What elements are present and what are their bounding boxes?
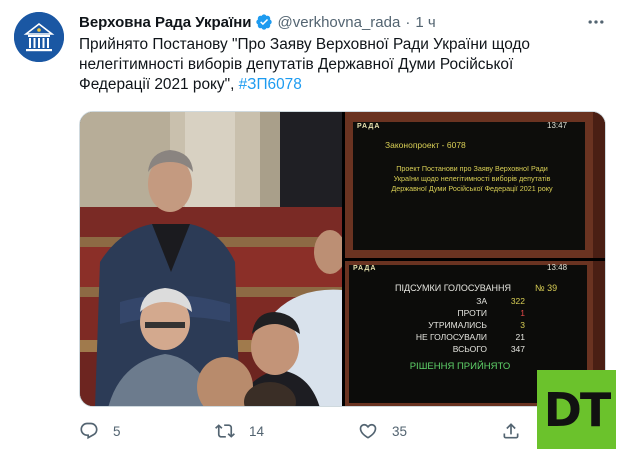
tweet-time[interactable]: 1 ч bbox=[415, 14, 435, 31]
results-row-value: 21 bbox=[515, 332, 525, 342]
like-icon bbox=[359, 423, 377, 439]
results-clock: 13:48 bbox=[547, 263, 568, 272]
reply-button[interactable]: 5 bbox=[79, 420, 121, 442]
results-row-label: ЗА bbox=[476, 296, 487, 306]
results-row-value: 3 bbox=[520, 320, 525, 330]
like-button[interactable]: 35 bbox=[358, 420, 407, 442]
tweet-body: Прийнято Постанову "Про Заяву Верховної … bbox=[79, 36, 530, 93]
retweet-icon bbox=[215, 424, 235, 438]
screen-bill-line-3: Державної Думи Російської Федерації 2021… bbox=[391, 184, 553, 193]
tweet-header: Верховна Рада України @verkhovna_rada · … bbox=[79, 12, 436, 32]
results-row-value: 1 bbox=[520, 308, 525, 318]
screen-bill-line-2: України щодо нелегітимності виборів депу… bbox=[393, 174, 551, 183]
share-button[interactable] bbox=[501, 420, 535, 442]
results-row-label: НЕ ГОЛОСУВАЛИ bbox=[415, 332, 487, 342]
retweet-count: 14 bbox=[249, 423, 265, 439]
tweet-text: Прийнято Постанову "Про Заяву Верховної … bbox=[79, 35, 584, 95]
share-icon bbox=[503, 423, 519, 439]
author-name[interactable]: Верховна Рада України bbox=[79, 14, 252, 31]
screen-bill-title: Законопроект - 6078 bbox=[385, 140, 466, 150]
hashtag-link[interactable]: #ЗП6078 bbox=[239, 76, 302, 93]
reply-icon bbox=[80, 422, 98, 440]
tweet: Верховна Рада України @verkhovna_rada · … bbox=[0, 0, 620, 452]
dt-watermark-logo: DT bbox=[537, 370, 616, 449]
separator-dot: · bbox=[405, 13, 411, 31]
results-brand: РАДА bbox=[353, 265, 377, 272]
results-number: № 39 bbox=[535, 283, 558, 293]
results-heading: ПІДСУМКИ ГОЛОСУВАННЯ bbox=[395, 283, 511, 293]
retweet-button[interactable]: 14 bbox=[215, 420, 264, 442]
photo-screen-bill[interactable]: РАДА 13:47 Законопроект - 6078 Проект По… bbox=[345, 112, 605, 258]
results-row-label: УТРИМАЛИСЬ bbox=[428, 320, 487, 330]
verified-badge-icon bbox=[255, 14, 272, 30]
tweet-actions: 5 14 35 bbox=[79, 420, 539, 442]
results-row-value: 347 bbox=[510, 344, 525, 354]
watermark-text: DT bbox=[543, 382, 612, 437]
screen-clock: 13:47 bbox=[547, 121, 568, 130]
reply-count: 5 bbox=[113, 423, 121, 439]
results-row-label: ВСЬОГО bbox=[452, 344, 487, 354]
results-decision: РІШЕННЯ ПРИЙНЯТО bbox=[409, 361, 511, 372]
photo-parliament[interactable] bbox=[80, 112, 342, 406]
results-row-label: ПРОТИ bbox=[457, 308, 487, 318]
screen-bill-line-1: Проект Постанови про Заяву Верховної Рад… bbox=[396, 164, 548, 173]
media-grid: РАДА 13:47 Законопроект - 6078 Проект По… bbox=[79, 111, 606, 407]
results-row-value: 322 bbox=[510, 296, 525, 306]
avatar[interactable] bbox=[14, 12, 64, 62]
screen-brand: РАДА bbox=[357, 123, 381, 130]
author-handle[interactable]: @verkhovna_rada bbox=[278, 14, 401, 31]
like-count: 35 bbox=[392, 423, 408, 439]
more-icon[interactable] bbox=[586, 12, 606, 32]
